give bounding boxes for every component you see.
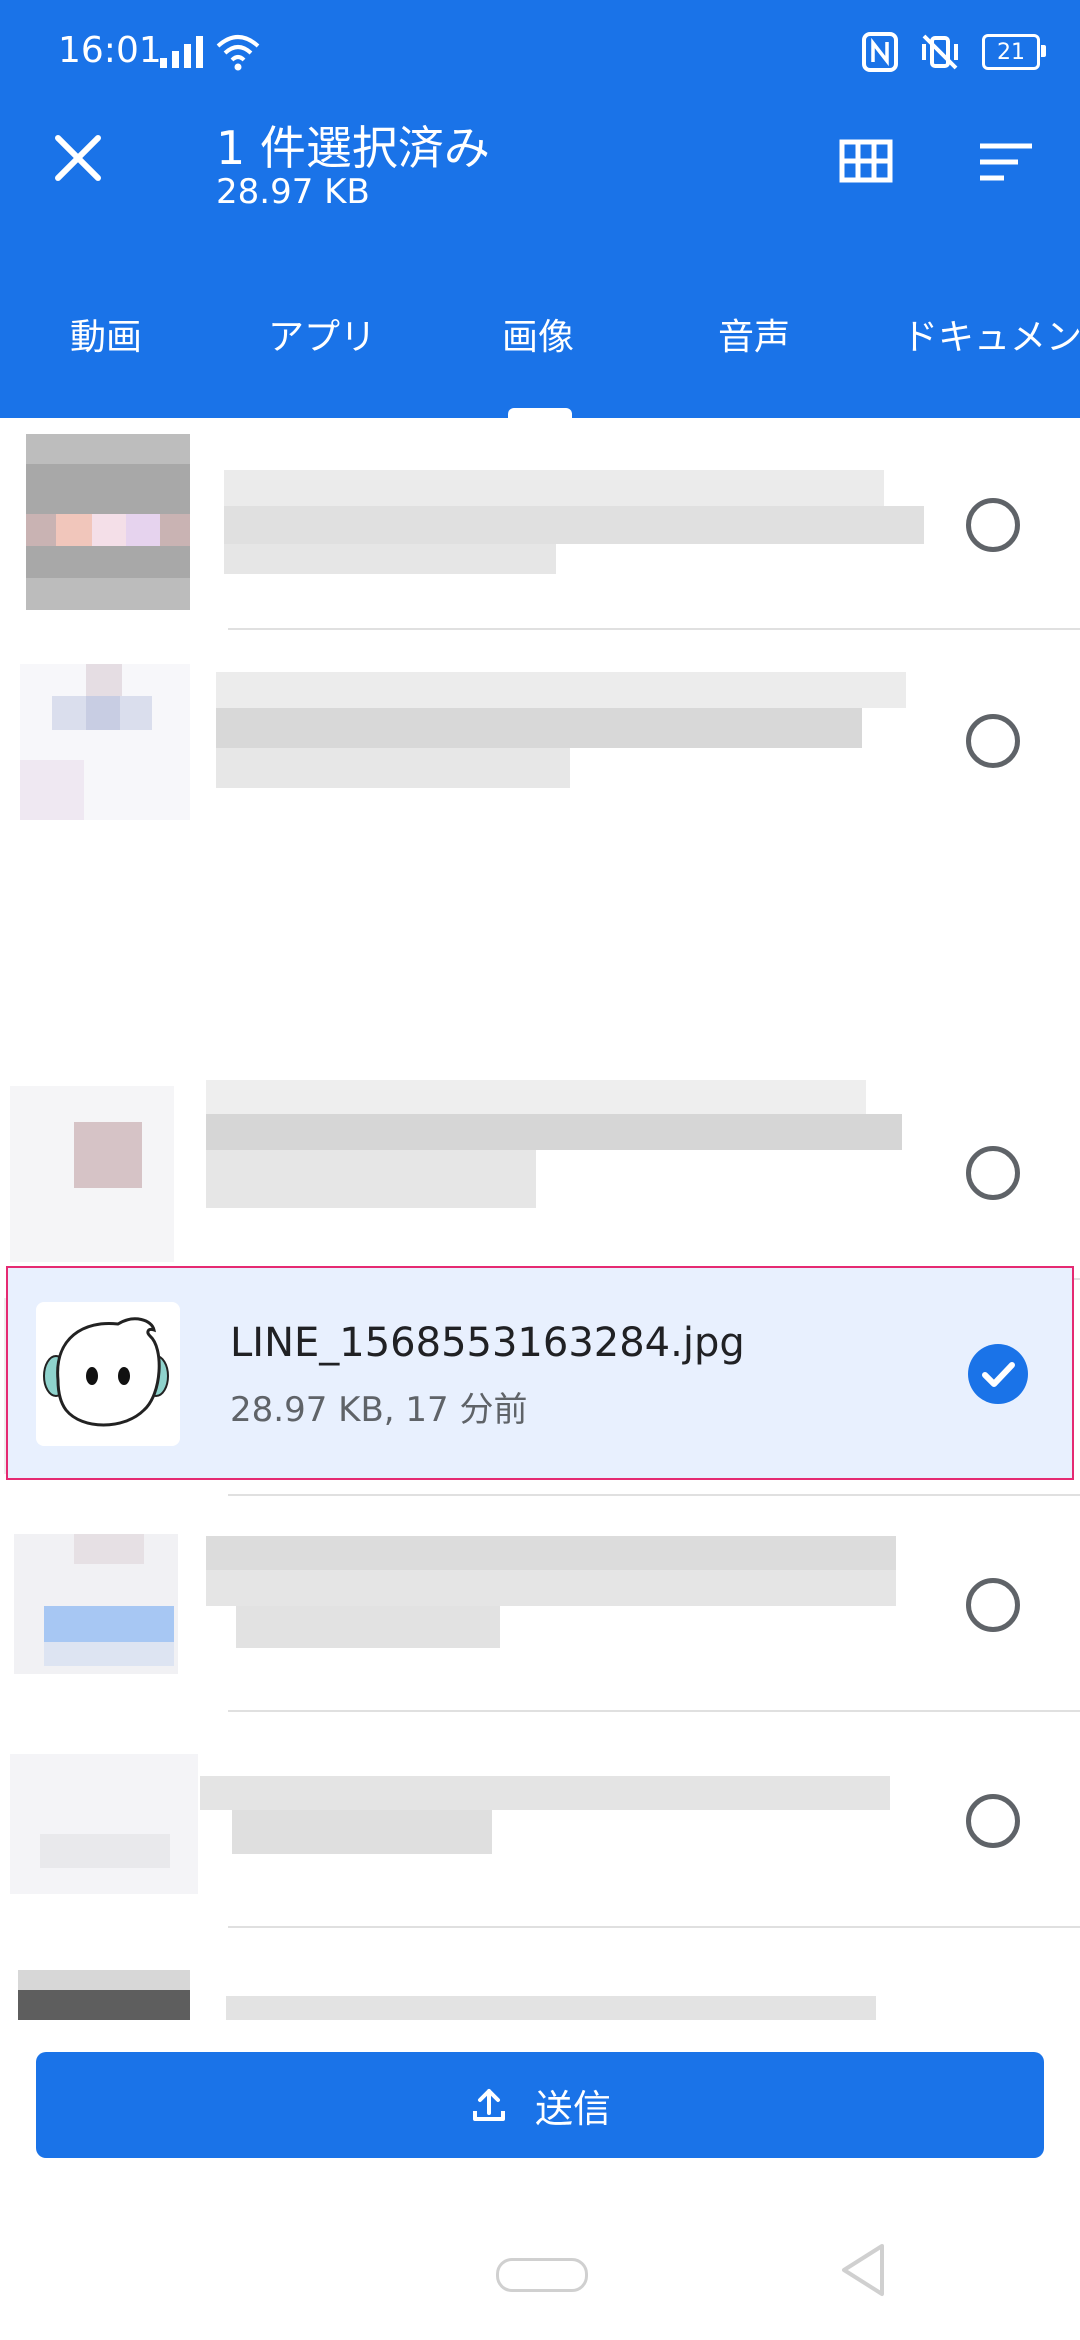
blurred-text [232, 1810, 492, 1854]
select-radio[interactable] [966, 1578, 1020, 1632]
blurred-text [206, 1570, 896, 1606]
app-bar: 16:01 21 1 件選択済み 28.97 KB 動画 アプリ 画像 音声 ド… [0, 0, 1080, 418]
blurred-text [226, 1996, 876, 2020]
tab-apps[interactable]: アプリ [268, 308, 376, 360]
upload-icon [472, 2089, 505, 2121]
tab-audio[interactable]: 音声 [718, 308, 790, 360]
select-radio[interactable] [966, 498, 1020, 552]
wifi-icon [216, 35, 260, 71]
divider [228, 1494, 1080, 1496]
file-thumbnail [18, 1970, 190, 2020]
selection-size: 28.97 KB [216, 172, 370, 212]
divider [228, 628, 1080, 630]
file-thumbnail [10, 1754, 198, 1894]
send-button-label: 送信 [534, 2086, 611, 2131]
file-thumbnail [14, 1534, 178, 1674]
select-radio[interactable] [966, 1146, 1020, 1200]
file-thumbnail [26, 434, 190, 610]
cellular-signal-icon [160, 36, 203, 68]
blurred-text [200, 1776, 890, 1810]
file-meta: 28.97 KB, 17 分前 [230, 1390, 528, 1430]
list-item[interactable] [0, 634, 1080, 850]
blurred-text [206, 1150, 536, 1208]
back-icon[interactable] [836, 2240, 890, 2300]
blurred-text [236, 1606, 500, 1648]
close-icon[interactable] [40, 120, 116, 196]
battery-level: 21 [997, 39, 1025, 65]
blurred-text [224, 544, 556, 574]
selected-list-item[interactable]: LINE_1568553163284.jpg 28.97 KB, 17 分前 [6, 1266, 1074, 1480]
select-radio[interactable] [966, 1794, 1020, 1848]
tab-documents[interactable]: ドキュメン [902, 308, 1080, 360]
list-item[interactable] [0, 1066, 1080, 1282]
select-radio[interactable] [966, 714, 1020, 768]
status-right: 21 [862, 30, 1046, 74]
page-title: 1 件選択済み [216, 121, 490, 175]
checkmark-icon[interactable] [968, 1344, 1028, 1404]
file-thumbnail [10, 1086, 174, 1262]
tab-images[interactable]: 画像 [502, 308, 574, 360]
blurred-text [206, 1114, 902, 1150]
list-item[interactable] [0, 418, 1080, 634]
blurred-text [206, 1080, 866, 1114]
divider [228, 1710, 1080, 1712]
list-item[interactable] [0, 1930, 1080, 2020]
status-bar: 16:01 21 [0, 0, 1080, 100]
status-time: 16:01 [58, 30, 162, 71]
tab-indicator [508, 408, 572, 418]
list-item[interactable] [0, 1498, 1080, 1714]
system-nav-bar [0, 2180, 1080, 2340]
blurred-text [216, 672, 906, 708]
file-thumbnail [36, 1302, 180, 1446]
nfc-icon [862, 32, 898, 72]
vibrate-off-icon [922, 34, 958, 70]
home-button[interactable] [496, 2258, 588, 2292]
category-tabs: 動画 アプリ 画像 音声 ドキュメン [0, 290, 1080, 418]
file-name: LINE_1568553163284.jpg [230, 1320, 745, 1366]
file-list: LINE_1568553163284.jpg 28.97 KB, 17 分前 [0, 418, 1080, 2020]
list-item[interactable] [0, 1714, 1080, 1930]
divider [228, 1926, 1080, 1928]
blurred-text [224, 506, 924, 544]
grid-view-icon[interactable] [828, 130, 904, 194]
blurred-text [206, 1536, 896, 1570]
sort-icon[interactable] [968, 130, 1044, 194]
battery-icon: 21 [982, 34, 1046, 70]
blurred-text [216, 708, 862, 748]
tab-video[interactable]: 動画 [70, 308, 142, 360]
blurred-text [216, 748, 570, 788]
line-character-image [43, 1317, 169, 1427]
blurred-text [224, 470, 884, 506]
file-thumbnail [20, 664, 190, 820]
send-button[interactable]: 送信 [36, 2052, 1044, 2158]
